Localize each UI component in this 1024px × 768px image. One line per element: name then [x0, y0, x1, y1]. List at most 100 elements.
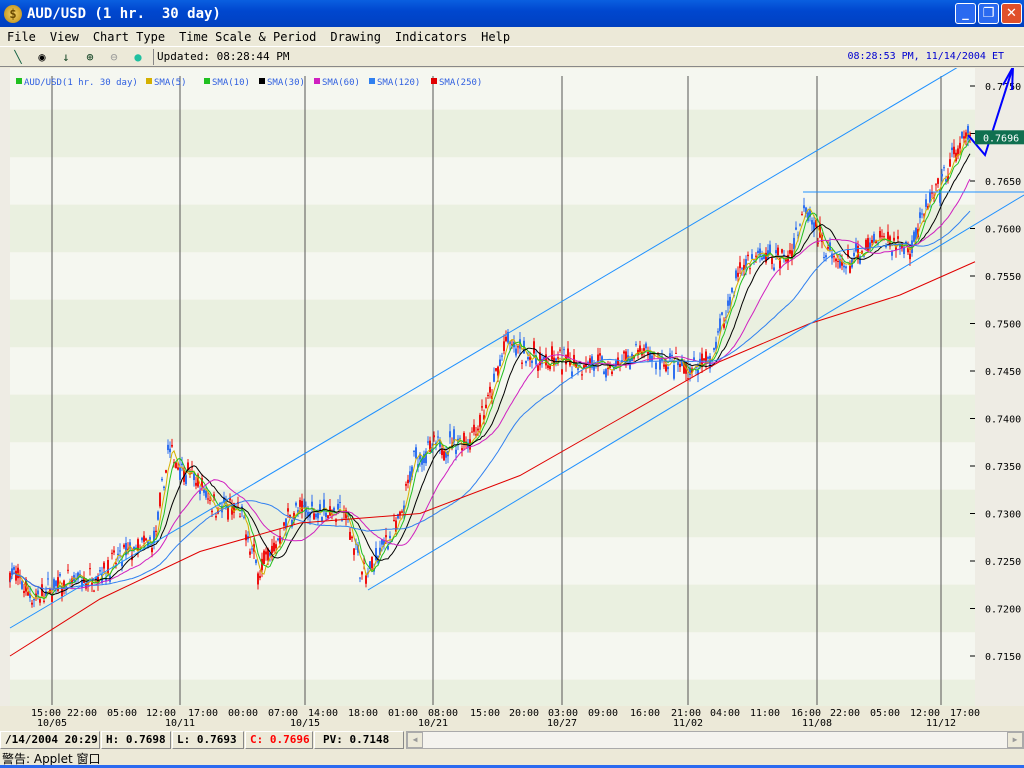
- y-tick-label: 0.7250: [985, 557, 1021, 568]
- candle-body: [643, 348, 645, 351]
- scroll-left-icon[interactable]: ◀: [407, 732, 423, 748]
- candle-body: [277, 538, 279, 541]
- candle-body: [299, 500, 301, 507]
- candle-body: [755, 255, 757, 257]
- candle-body: [617, 357, 619, 365]
- candle-body: [179, 467, 181, 480]
- restore-button[interactable]: ❐: [978, 3, 999, 24]
- line-tool-icon[interactable]: ╲: [6, 50, 30, 64]
- candle-body: [761, 257, 763, 260]
- candle-body: [763, 255, 765, 260]
- candle-body: [155, 530, 157, 532]
- candle-body: [967, 125, 969, 140]
- menu-file[interactable]: File: [0, 30, 43, 44]
- candle-body: [639, 345, 641, 353]
- candle-body: [207, 498, 209, 500]
- candle-body: [943, 167, 945, 169]
- menu-chart-type[interactable]: Chart Type: [86, 30, 172, 44]
- menu-view[interactable]: View: [43, 30, 86, 44]
- candle-body: [547, 365, 549, 368]
- candle-body: [729, 296, 731, 306]
- candle-body: [185, 475, 187, 485]
- candle-body: [949, 159, 951, 167]
- legend-label: SMA(120): [377, 78, 420, 88]
- candle-body: [211, 510, 213, 513]
- arrow-down-icon[interactable]: ↓: [54, 50, 78, 64]
- candle-body: [677, 362, 679, 366]
- candle-body: [843, 265, 845, 268]
- legend-swatch: [259, 78, 265, 84]
- target-icon[interactable]: ◉: [30, 50, 54, 64]
- candle-body: [921, 213, 923, 215]
- candle-body: [853, 252, 855, 257]
- candle-body: [141, 537, 143, 541]
- time-label: 04:00: [709, 708, 741, 719]
- minimize-button[interactable]: _: [955, 3, 976, 24]
- candle-body: [527, 357, 529, 360]
- candle-body: [43, 600, 45, 602]
- candle-body: [531, 360, 533, 363]
- legend-swatch: [146, 78, 152, 84]
- candle-body: [371, 556, 373, 569]
- candle-body: [561, 369, 563, 375]
- candle-body: [119, 550, 121, 552]
- candle-body: [283, 522, 285, 526]
- legend-label: SMA(5): [154, 78, 187, 88]
- candle-body: [303, 505, 305, 507]
- candle-body: [401, 511, 403, 513]
- date-label: 10/21: [417, 718, 449, 729]
- horizontal-scrollbar[interactable]: ◀ ▶: [406, 731, 1024, 749]
- zoom-out-icon[interactable]: ⊖: [102, 50, 126, 64]
- candle-body: [449, 431, 451, 438]
- close-button[interactable]: ✕: [1001, 3, 1022, 24]
- candle-body: [801, 214, 803, 216]
- candle-body: [17, 567, 19, 579]
- price-chart[interactable]: 0.77500.77000.76500.76000.75500.75000.74…: [0, 68, 1024, 706]
- candle-body: [473, 424, 475, 432]
- candle-body: [243, 516, 245, 518]
- candle-body: [287, 508, 289, 512]
- menu-drawing[interactable]: Drawing: [323, 30, 388, 44]
- candle-body: [549, 365, 551, 370]
- candle-body: [315, 513, 317, 518]
- candle-body: [961, 131, 963, 138]
- candle-body: [515, 348, 517, 356]
- candle-body: [175, 462, 177, 469]
- toolbar-separator: [153, 48, 154, 65]
- candle-body: [337, 503, 339, 510]
- candle-body: [567, 348, 569, 359]
- y-tick-label: 0.7200: [985, 605, 1021, 616]
- y-tick-label: 0.7300: [985, 510, 1021, 521]
- candle-body: [89, 568, 91, 570]
- y-tick-label: 0.7150: [985, 652, 1021, 663]
- menu-indicators[interactable]: Indicators: [388, 30, 474, 44]
- candle-body: [295, 502, 297, 506]
- candle-body: [665, 364, 667, 372]
- candle-body: [517, 346, 519, 348]
- date-label: 11/08: [801, 718, 833, 729]
- menu-time-scale[interactable]: Time Scale & Period: [172, 30, 323, 44]
- candle-body: [151, 547, 153, 553]
- y-tick-label: 0.7450: [985, 367, 1021, 378]
- menu-help[interactable]: Help: [474, 30, 517, 44]
- candle-body: [845, 266, 847, 269]
- candle-body: [481, 406, 483, 408]
- candle-body: [37, 590, 39, 595]
- candle-body: [39, 599, 41, 603]
- legend-swatch: [369, 78, 375, 84]
- y-tick-label: 0.7600: [985, 225, 1021, 236]
- candle-body: [167, 444, 169, 451]
- zoom-in-icon[interactable]: ⊕: [78, 50, 102, 64]
- time-label: 09:00: [587, 708, 619, 719]
- candle-body: [103, 562, 105, 569]
- candle-body: [857, 245, 859, 258]
- globe-icon[interactable]: ●: [126, 50, 150, 64]
- candle-body: [27, 592, 29, 596]
- candle-body: [849, 265, 851, 273]
- candle-body: [165, 470, 167, 473]
- candle-body: [389, 535, 391, 539]
- scroll-right-icon[interactable]: ▶: [1007, 732, 1023, 748]
- legend-swatch: [314, 78, 320, 84]
- window-title: AUD/USD (1 hr. 30 day): [27, 5, 221, 22]
- candle-body: [349, 531, 351, 540]
